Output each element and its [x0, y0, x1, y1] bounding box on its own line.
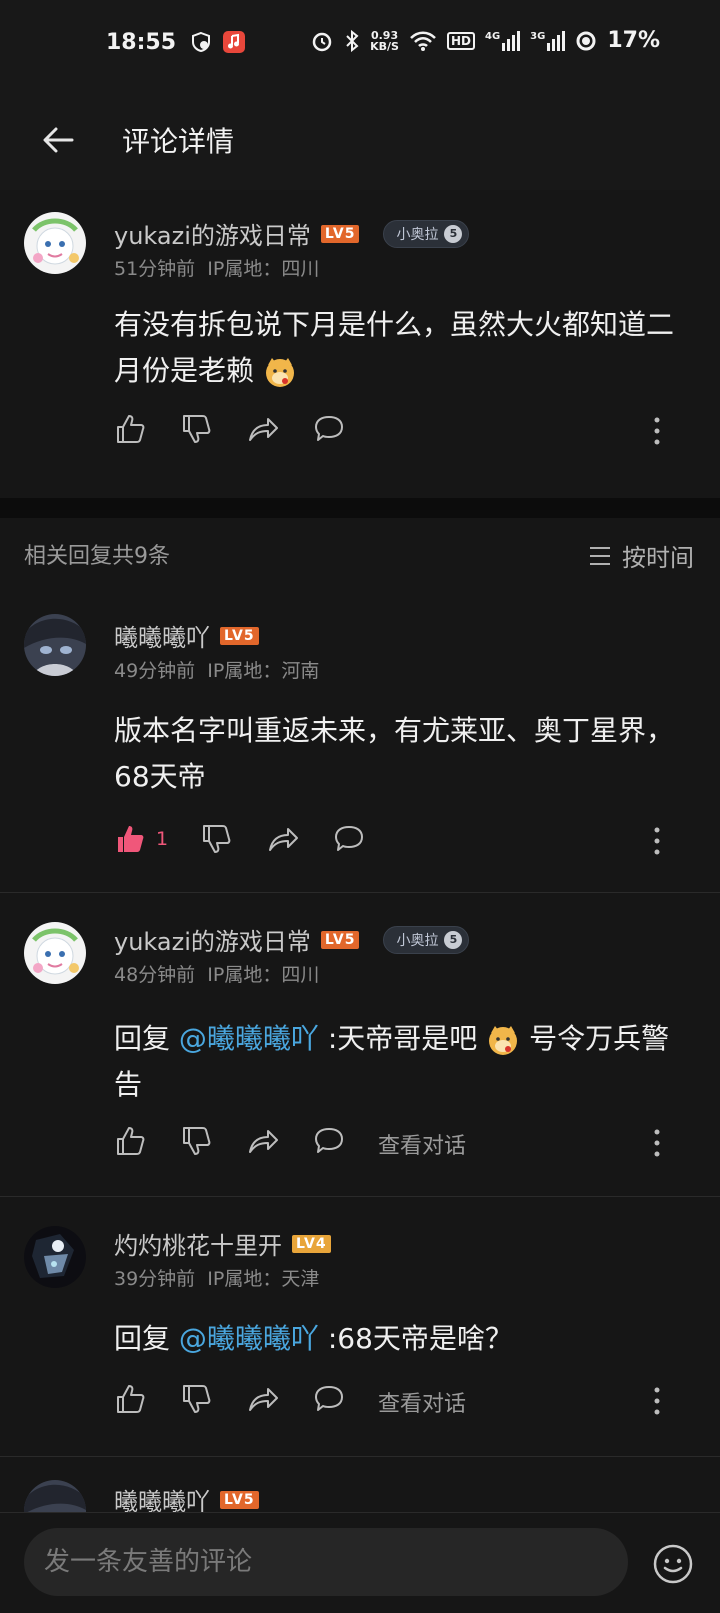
- level-badge: LV5: [220, 1490, 259, 1509]
- avatar[interactable]: [24, 614, 86, 676]
- signal-4g-icon: 4G: [485, 30, 521, 51]
- comment-meta: 48分钟前 IP属地：四川: [114, 964, 320, 986]
- more-options-icon[interactable]: [652, 1128, 662, 1158]
- signal-3g-icon: 3G: [530, 30, 566, 51]
- comment-bubble-icon[interactable]: [312, 412, 346, 446]
- hd-badge: HD: [446, 31, 475, 50]
- page-title: 评论详情: [122, 125, 235, 158]
- emoji-face-icon[interactable]: [652, 1543, 694, 1585]
- main-comment: yukazi的游戏日常 LV5 小奥拉 5 51分钟前 IP属地：四川 有没有拆…: [0, 192, 720, 499]
- replies-count: 相关回复共9条: [24, 544, 170, 569]
- avatar[interactable]: [24, 1226, 86, 1288]
- section-gap: [0, 498, 720, 518]
- view-dialog-link[interactable]: 查看对话: [378, 1386, 466, 1418]
- status-bar: 18:55 0.93 KB/S HD 4G 3G 17%: [0, 0, 720, 90]
- shield-icon: [192, 31, 210, 53]
- reply-text: 版本名字叫重返未来，有尤莱亚、奥丁星界，68天帝: [114, 714, 675, 793]
- thumb-down-icon[interactable]: [180, 1382, 214, 1416]
- fan-badge[interactable]: 小奥拉 5: [383, 219, 470, 248]
- username[interactable]: 曦曦曦吖 LV5: [114, 618, 259, 653]
- thumb-up-icon[interactable]: [114, 1124, 148, 1158]
- share-icon[interactable]: [266, 822, 300, 856]
- top-app-bar: [0, 90, 720, 190]
- alarm-icon: [312, 32, 332, 51]
- thumb-down-icon[interactable]: [180, 1124, 214, 1158]
- sort-toggle[interactable]: 按时间: [588, 538, 694, 573]
- doge-emoji-icon: [265, 358, 294, 387]
- thumb-up-icon[interactable]: [114, 1382, 148, 1416]
- reply-actions: 查看对话: [114, 1382, 694, 1422]
- divider: [0, 892, 720, 893]
- comment-actions: [114, 412, 694, 452]
- reply-text: 回复 @曦曦曦吖 :天帝哥是吧 号令万兵警告: [114, 1022, 670, 1101]
- fan-badge[interactable]: 小奥拉 5: [383, 925, 470, 954]
- reply-text: 回复 @曦曦曦吖 :68天帝是啥？: [114, 1322, 513, 1355]
- comment-bubble-icon[interactable]: [312, 1124, 346, 1158]
- more-options-icon[interactable]: [652, 1386, 662, 1416]
- music-app-icon: [223, 31, 245, 53]
- share-icon[interactable]: [246, 1124, 280, 1158]
- status-time: 18:55: [106, 30, 177, 55]
- level-badge: LV5: [320, 224, 360, 243]
- thumb-down-icon[interactable]: [200, 822, 234, 856]
- comment-meta: 39分钟前 IP属地：天津: [114, 1268, 320, 1290]
- comment-meta: 49分钟前 IP属地：河南: [114, 660, 320, 682]
- thumb-up-filled-icon[interactable]: [114, 822, 148, 856]
- mention-link[interactable]: @曦曦曦吖: [179, 1322, 319, 1355]
- username[interactable]: yukazi的游戏日常 LV5 小奥拉 5: [114, 216, 470, 251]
- username[interactable]: 灼灼桃花十里开 LV4: [114, 1226, 331, 1261]
- reply-actions: 查看对话: [114, 1124, 694, 1164]
- comment-bubble-icon[interactable]: [312, 1382, 346, 1416]
- thumb-up-icon[interactable]: [114, 412, 148, 446]
- level-badge: LV5: [320, 930, 360, 949]
- avatar[interactable]: [24, 212, 86, 274]
- thumb-down-icon[interactable]: [180, 412, 214, 446]
- comment-text: 有没有拆包说下月是什么，虽然大火都知道二月份是老赖: [114, 308, 675, 387]
- doge-emoji-icon: [489, 1026, 518, 1055]
- sort-lines-icon: [590, 546, 610, 565]
- avatar[interactable]: [24, 922, 86, 984]
- level-badge: LV5: [220, 626, 259, 645]
- more-options-icon[interactable]: [652, 416, 662, 446]
- avatar[interactable]: [24, 1480, 86, 1512]
- comment-input[interactable]: [24, 1528, 628, 1596]
- divider: [0, 1196, 720, 1197]
- like-count: 1: [156, 828, 169, 850]
- comment-input-bar: [0, 1512, 720, 1613]
- wifi-icon: [410, 31, 436, 51]
- username[interactable]: yukazi的游戏日常 LV5 小奥拉 5: [114, 922, 470, 957]
- share-icon[interactable]: [246, 412, 280, 446]
- more-options-icon[interactable]: [652, 826, 662, 856]
- comment-bubble-icon[interactable]: [332, 822, 366, 856]
- comment-meta: 51分钟前 IP属地：四川: [114, 258, 320, 280]
- battery-icon: [576, 31, 596, 50]
- mention-link[interactable]: @曦曦曦吖: [179, 1022, 319, 1055]
- reply-actions: 1: [114, 822, 694, 862]
- network-speed: 0.93 KB/S: [370, 28, 399, 53]
- bluetooth-icon: [346, 29, 359, 52]
- divider: [0, 1456, 720, 1457]
- back-arrow-icon[interactable]: [38, 120, 78, 160]
- share-icon[interactable]: [246, 1382, 280, 1416]
- level-badge: LV4: [292, 1234, 331, 1253]
- view-dialog-link[interactable]: 查看对话: [378, 1128, 466, 1160]
- battery-percent: 17%: [607, 28, 660, 53]
